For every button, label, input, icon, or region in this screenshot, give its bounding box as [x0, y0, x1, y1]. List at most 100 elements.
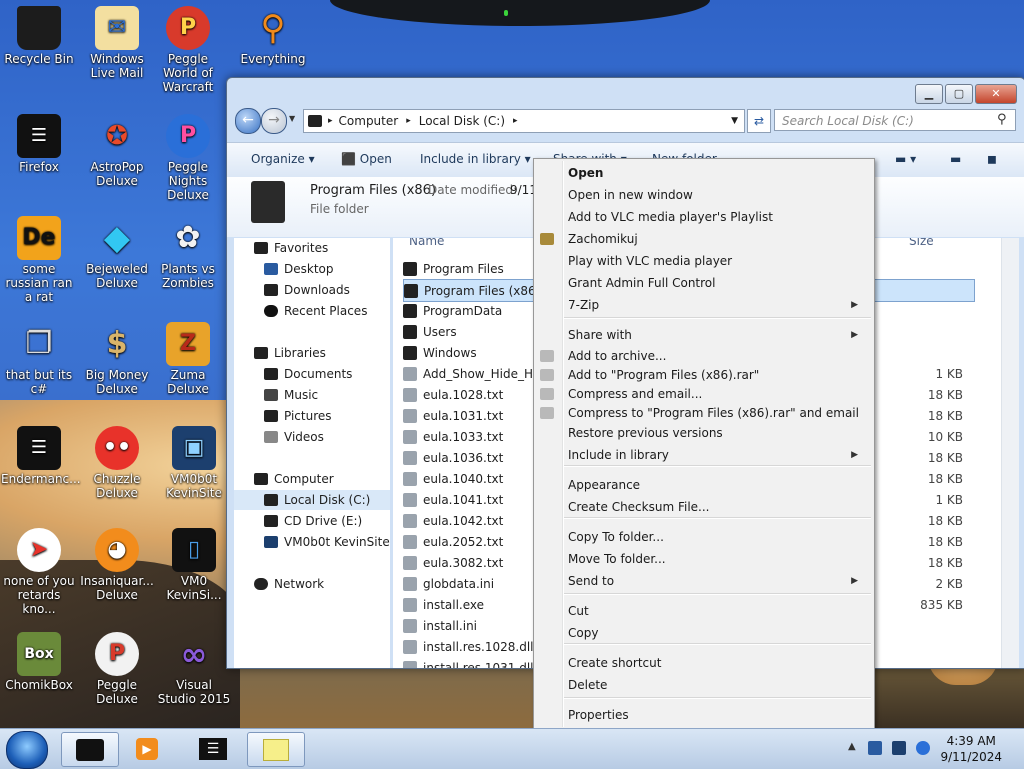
menu-item-add-to-program-files-x86-rar[interactable]: Add to "Program Files (x86).rar" [568, 365, 868, 385]
taskbar-media-player[interactable]: ▶ [119, 732, 175, 765]
desktop-icon-firefox[interactable]: ☰ Firefox [1, 114, 77, 174]
desktop-icon-that-but-its-c[interactable]: ❐ that but its c# [1, 322, 77, 397]
sticky-notes-icon [263, 738, 289, 761]
desktop-icon-vm0b0t-kevinsite[interactable]: ▣ VM0b0t KevinSite [156, 426, 232, 500]
menu-item-open[interactable]: Open [568, 163, 868, 183]
desktop-icon-astropop[interactable]: ✪ AstroPop Deluxe [79, 114, 155, 188]
back-button[interactable]: ← [235, 108, 261, 134]
menu-item-open-in-new-window[interactable]: Open in new window [568, 185, 868, 205]
menu-item-copy[interactable]: Copy [568, 623, 868, 643]
menu-item-copy-to-folder[interactable]: Copy To folder... [568, 527, 868, 547]
menu-item-appearance[interactable]: Appearance [568, 475, 868, 495]
breadcrumb-computer[interactable]: Computer [339, 114, 399, 128]
breadcrumb-local-disk[interactable]: Local Disk (C:) [419, 114, 505, 128]
desktop-icon-peggle-deluxe[interactable]: P Peggle Deluxe [79, 632, 155, 706]
desktop-icon-recycle-bin[interactable]: Recycle Bin [1, 6, 77, 66]
menu-item-play-with-vlc-media-player[interactable]: Play with VLC media player [568, 251, 868, 271]
file-size: 18 KB [927, 408, 963, 423]
breadcrumb-separator-icon[interactable]: ▸ [513, 116, 518, 126]
desktop-icon-chuzzle[interactable]: •• Chuzzle Deluxe [79, 426, 155, 500]
menu-item-create-shortcut[interactable]: Create shortcut [568, 653, 868, 673]
menu-item-compress-to-program-files-x86-rar-and-email[interactable]: Compress to "Program Files (x86).rar" an… [568, 403, 868, 423]
desktop-icon-visual-studio[interactable]: ∞ Visual Studio 2015 [156, 632, 232, 706]
nav-label: Documents [284, 367, 353, 381]
close-button[interactable]: ✕ [975, 84, 1017, 104]
nav-documents[interactable]: Documents [264, 367, 352, 381]
taskbar-sticky-notes[interactable] [247, 732, 305, 767]
menu-item-properties[interactable]: Properties [568, 705, 868, 725]
start-button[interactable] [6, 731, 48, 769]
nav-vm-kevinsite[interactable]: VM0b0t KevinSite [264, 535, 390, 549]
desktop-icon-zuma[interactable]: Z Zuma Deluxe [150, 322, 226, 396]
breadcrumb-separator-icon[interactable]: ▸ [406, 116, 411, 126]
menu-item-move-to-folder[interactable]: Move To folder... [568, 549, 868, 569]
desktop-icon-everything[interactable]: ⚲ Everything [235, 6, 311, 66]
nav-local-disk[interactable]: Local Disk (C:) [264, 493, 370, 507]
preview-pane-button[interactable]: ▬ [950, 152, 961, 166]
maximize-button[interactable]: ▢ [945, 84, 973, 104]
menu-item-7-zip[interactable]: 7-Zip ▶ [568, 295, 868, 315]
taskbar-terminal[interactable]: ☰ [185, 732, 241, 765]
menu-item-delete[interactable]: Delete [568, 675, 868, 695]
nav-videos[interactable]: Videos [264, 430, 324, 444]
tray-app-icon[interactable] [868, 741, 882, 755]
nav-recent-places[interactable]: Recent Places [264, 304, 367, 318]
nav-libraries[interactable]: Libraries [254, 346, 326, 360]
menu-item-add-to-archive[interactable]: Add to archive... [568, 346, 868, 366]
desktop-icon-insaniquarium[interactable]: ◕ Insaniquar... Deluxe [79, 528, 155, 602]
view-options-button[interactable]: ▬ ▾ [895, 152, 916, 166]
desktop-icon-windows-live-mail[interactable]: ✉ Windows Live Mail [79, 6, 155, 80]
address-bar[interactable]: ▸ Computer ▸ Local Disk (C:) ▸ ▼ [303, 109, 745, 133]
menu-item-grant-admin-full-control[interactable]: Grant Admin Full Control [568, 273, 868, 293]
menu-item-restore-previous-versions[interactable]: Restore previous versions [568, 423, 868, 443]
desktop-icon-peggle-wow[interactable]: P Peggle World of Warcraft [150, 6, 226, 94]
desktop-icon-chomikbox[interactable]: Box ChomikBox [1, 632, 77, 692]
nav-network[interactable]: Network [254, 577, 324, 591]
search-input[interactable]: Search Local Disk (C:) [774, 109, 1016, 131]
address-dropdown-icon[interactable]: ▼ [731, 116, 738, 126]
volume-tray-icon[interactable] [916, 741, 930, 755]
organize-button[interactable]: Organize ▾ [251, 152, 315, 166]
search-icon[interactable]: ⚲ [997, 112, 1007, 127]
vertical-scrollbar[interactable] [1001, 238, 1019, 668]
desktop-icon-peggle-nights[interactable]: P Peggle Nights Deluxe [150, 114, 226, 202]
menu-item-zachomikuj[interactable]: Zachomikuj [568, 229, 868, 249]
desktop-icon-vm0-kevinsite[interactable]: ▯ VM0 KevinSi... [156, 528, 232, 602]
desktop-icon-none-of-you[interactable]: ➤ none of you retards kno... [1, 528, 77, 616]
desktop-icon-big-money[interactable]: $ Big Money Deluxe [79, 322, 155, 397]
nav-pictures[interactable]: Pictures [264, 409, 332, 423]
menu-item-cut[interactable]: Cut [568, 601, 868, 621]
menu-item-send-to[interactable]: Send to ▶ [568, 571, 868, 591]
nav-favorites[interactable]: Favorites [254, 241, 328, 255]
menu-item-create-checksum-file[interactable]: Create Checksum File... [568, 497, 868, 517]
nav-downloads[interactable]: Downloads [264, 283, 350, 297]
breadcrumb-separator-icon[interactable]: ▸ [328, 116, 333, 126]
clock[interactable]: 4:39 AM 9/11/2024 [940, 733, 1002, 765]
open-button[interactable]: ⬛ Open [341, 152, 392, 166]
desktop-icon-endermanc[interactable]: ☰ Endermanc... [1, 426, 81, 486]
nav-cd-drive[interactable]: CD Drive (E:) [264, 514, 362, 528]
nav-computer[interactable]: Computer [254, 472, 334, 486]
desktop-icon-plants-vs-zombies[interactable]: ✿ Plants vs Zombies [150, 216, 226, 291]
network-tray-icon[interactable] [892, 741, 906, 755]
include-in-library-button[interactable]: Include in library ▾ [420, 152, 531, 166]
show-hidden-icons-button[interactable]: ▲ [848, 741, 856, 752]
help-button[interactable]: ◼ [987, 152, 997, 166]
menu-item-compress-and-email[interactable]: Compress and email... [568, 384, 868, 404]
column-name[interactable]: Name [409, 238, 444, 248]
minimize-button[interactable]: ▁ [915, 84, 943, 104]
nav-music[interactable]: Music [264, 388, 318, 402]
menu-item-include-in-library[interactable]: Include in library ▶ [568, 445, 868, 465]
nav-desktop[interactable]: Desktop [264, 262, 334, 276]
refresh-button[interactable]: ⇄ [747, 109, 771, 133]
desktop-icon-de[interactable]: De some russian ran a rat [1, 216, 77, 304]
menu-item-label: Grant Admin Full Control [568, 276, 716, 290]
column-size[interactable]: Size [909, 238, 934, 248]
forward-button[interactable]: → [261, 108, 287, 134]
menu-item-add-to-vlc-media-player-s-playlist[interactable]: Add to VLC media player's Playlist [568, 207, 868, 227]
title-bar[interactable]: ▁ ▢ ✕ [227, 78, 1024, 106]
recent-pages-dropdown[interactable]: ▼ [289, 114, 295, 123]
taskbar-explorer[interactable] [61, 732, 119, 767]
desktop-icon-bejeweled[interactable]: ◆ Bejeweled Deluxe [79, 216, 155, 290]
menu-item-share-with[interactable]: Share with ▶ [568, 325, 868, 345]
